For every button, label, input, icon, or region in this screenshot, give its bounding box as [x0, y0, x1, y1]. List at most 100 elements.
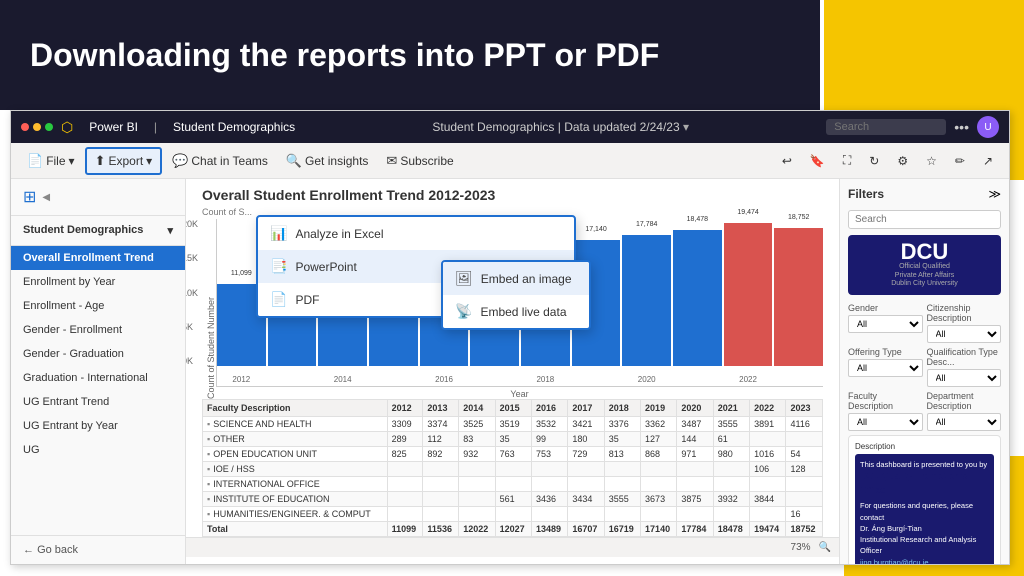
sidebar-item-gender-enrollment[interactable]: Gender - Enrollment [11, 318, 185, 342]
filter-qualification: Qualification Type Desc... All [927, 347, 1002, 387]
nav-icon: ⊞ [23, 187, 36, 207]
table-header: 2018 [604, 400, 640, 417]
sidebar-item-ug[interactable]: UG [11, 438, 185, 462]
statusbar: 73% 🔍 [186, 537, 839, 557]
bar-2021[interactable]: 18,478 [673, 230, 722, 366]
settings-icon[interactable]: ⚙ [889, 150, 916, 172]
filters-header: Filters ≫ [848, 187, 1001, 201]
data-table: Faculty Description201220132014201520162… [202, 399, 823, 537]
file-button[interactable]: 📄 File ▾ [19, 149, 83, 173]
faculty-select[interactable]: All [848, 413, 923, 431]
fullscreen-button[interactable]: ⛶ [835, 149, 859, 172]
powerpoint-icon: 📑 [270, 258, 287, 275]
filter-gender-row: Gender All Citizenship Description All [848, 303, 1001, 343]
sub-dropdown: 🖼 Embed an image 📡 Embed live data [441, 260, 591, 330]
subscribe-button[interactable]: ✉ Subscribe [378, 149, 461, 173]
share-button[interactable]: ↗ [975, 150, 1001, 172]
table-row: ▪HUMANITIES/ENGINEER. & COMPUT16 [203, 507, 823, 522]
chat-teams-button[interactable]: 💬 Chat in Teams [164, 149, 276, 173]
description-content: This dashboard is presented to you by DC… [855, 454, 994, 564]
sidebar-item-enrollment-age[interactable]: Enrollment - Age [11, 294, 185, 318]
x-axis-label: Year [216, 389, 823, 399]
table-header: Faculty Description [203, 400, 388, 417]
qualification-select[interactable]: All [927, 369, 1002, 387]
export-highlight-box: ⬆ Export ▾ [85, 147, 163, 175]
table-header: 2016 [531, 400, 567, 417]
export-dropdown: 📊 Analyze in Excel 📑 PowerPoint ▶ 📄 PDF [256, 215, 576, 318]
sidebar-item-enrollment-year[interactable]: Enrollment by Year [11, 270, 185, 294]
bar-2020[interactable]: 17,7842020 [622, 235, 671, 366]
collapse-icon[interactable]: ◀ [42, 192, 50, 203]
filter-gender: Gender All [848, 303, 923, 343]
offering-select[interactable]: All [848, 359, 923, 377]
table-header: 2021 [713, 400, 749, 417]
table-header: 2014 [459, 400, 495, 417]
department-select[interactable]: All [927, 413, 1002, 431]
analyze-excel-item[interactable]: 📊 Analyze in Excel [258, 217, 574, 250]
go-back-button[interactable]: ← Go back [11, 535, 185, 564]
sidebar-nav: Overall Enrollment Trend Enrollment by Y… [11, 246, 185, 535]
gender-select[interactable]: All [848, 315, 923, 333]
table-header: 2019 [641, 400, 677, 417]
embed-image-item[interactable]: 🖼 Embed an image [443, 262, 589, 295]
embed-live-item[interactable]: 📡 Embed live data [443, 295, 589, 328]
zoom-level: 73% [791, 542, 811, 553]
star-button[interactable]: ☆ [918, 150, 945, 172]
edit-button[interactable]: ✏ [947, 150, 973, 172]
pdf-icon: 📄 [270, 291, 287, 308]
subscribe-icon: ✉ [386, 153, 397, 169]
bar-2023[interactable]: 18,752 [774, 228, 823, 366]
bar-2022[interactable]: 19,4742022 [724, 223, 773, 366]
zoom-controls[interactable]: 🔍 [819, 542, 831, 553]
table-header: 2012 [387, 400, 423, 417]
bookmark-button[interactable]: 🔖 [802, 150, 833, 172]
table-row: Total11099115361202212027134891670716719… [203, 522, 823, 537]
filter-offering: Offering Type All [848, 347, 923, 387]
y-ticks: 20K 15K 10K 5K 0K [186, 219, 198, 366]
filter-faculty: Faculty Description All [848, 391, 923, 431]
export-icon: ⬆ [95, 153, 106, 169]
avatar: U [977, 116, 999, 138]
table-row: ▪OPEN EDUCATION UNIT82589293276375372981… [203, 447, 823, 462]
export-button[interactable]: ⬆ Export ▾ [87, 149, 161, 173]
table-header: 2015 [495, 400, 531, 417]
dcu-subtitle: Official QualifiedPrivate After AffairsD… [891, 263, 958, 288]
minimize-dot [33, 123, 41, 131]
table-body: ▪SCIENCE AND HEALTH330933743525351935323… [203, 417, 823, 537]
insights-button[interactable]: 🔍 Get insights [278, 149, 377, 173]
sidebar-item-ug-entrant-year[interactable]: UG Entrant by Year [11, 414, 185, 438]
sidebar-item-overall-enrollment[interactable]: Overall Enrollment Trend [11, 246, 185, 270]
filter-citizenship: Citizenship Description All [927, 303, 1002, 343]
sidebar: ⊞ ◀ Student Demographics ▾ Overall Enrol… [11, 179, 186, 564]
ribbon: 📄 File ▾ ⬆ Export ▾ 💬 Chat in Teams 🔍 Ge… [11, 143, 1009, 179]
filters-panel: Filters ≫ DCU Official QualifiedPrivate … [839, 179, 1009, 564]
sidebar-item-graduation-international[interactable]: Graduation - International [11, 366, 185, 390]
filter-search-input[interactable] [848, 210, 1001, 229]
table-header: 2023 [786, 400, 823, 417]
window-dots [21, 123, 53, 131]
image-icon: 🖼 [455, 270, 473, 287]
refresh-button[interactable]: ↻ [861, 150, 887, 172]
live-icon: 📡 [455, 303, 472, 320]
dcu-logo-card: DCU Official QualifiedPrivate After Affa… [848, 235, 1001, 295]
excel-icon: 📊 [270, 225, 287, 242]
table-header: 2020 [677, 400, 713, 417]
powerbi-window: ⬡ Power BI | Student Demographics Studen… [10, 110, 1010, 565]
filter-offering-row: Offering Type All Qualification Type Des… [848, 347, 1001, 387]
table-header-row: Faculty Description201220132014201520162… [203, 400, 823, 417]
description-label: Description [855, 442, 994, 451]
table-header: 2013 [423, 400, 459, 417]
filters-expand-icon[interactable]: ≫ [988, 187, 1001, 201]
citizenship-select[interactable]: All [927, 325, 1002, 343]
more-options-icon[interactable]: ••• [954, 119, 969, 135]
app-name: Power BI [89, 120, 138, 134]
dcu-logo-text: DCU [891, 241, 958, 263]
sidebar-item-gender-graduation[interactable]: Gender - Graduation [11, 342, 185, 366]
table-header: 2017 [568, 400, 604, 417]
sidebar-item-ug-entrant-trend[interactable]: UG Entrant Trend [11, 390, 185, 414]
undo-button[interactable]: ↩ [774, 150, 800, 172]
search-input[interactable] [826, 119, 946, 135]
topbar-center: Student Demographics | Data updated 2/24… [303, 120, 818, 134]
topbar: ⬡ Power BI | Student Demographics Studen… [11, 111, 1009, 143]
y-axis-label: Count of Student Number [202, 219, 216, 399]
